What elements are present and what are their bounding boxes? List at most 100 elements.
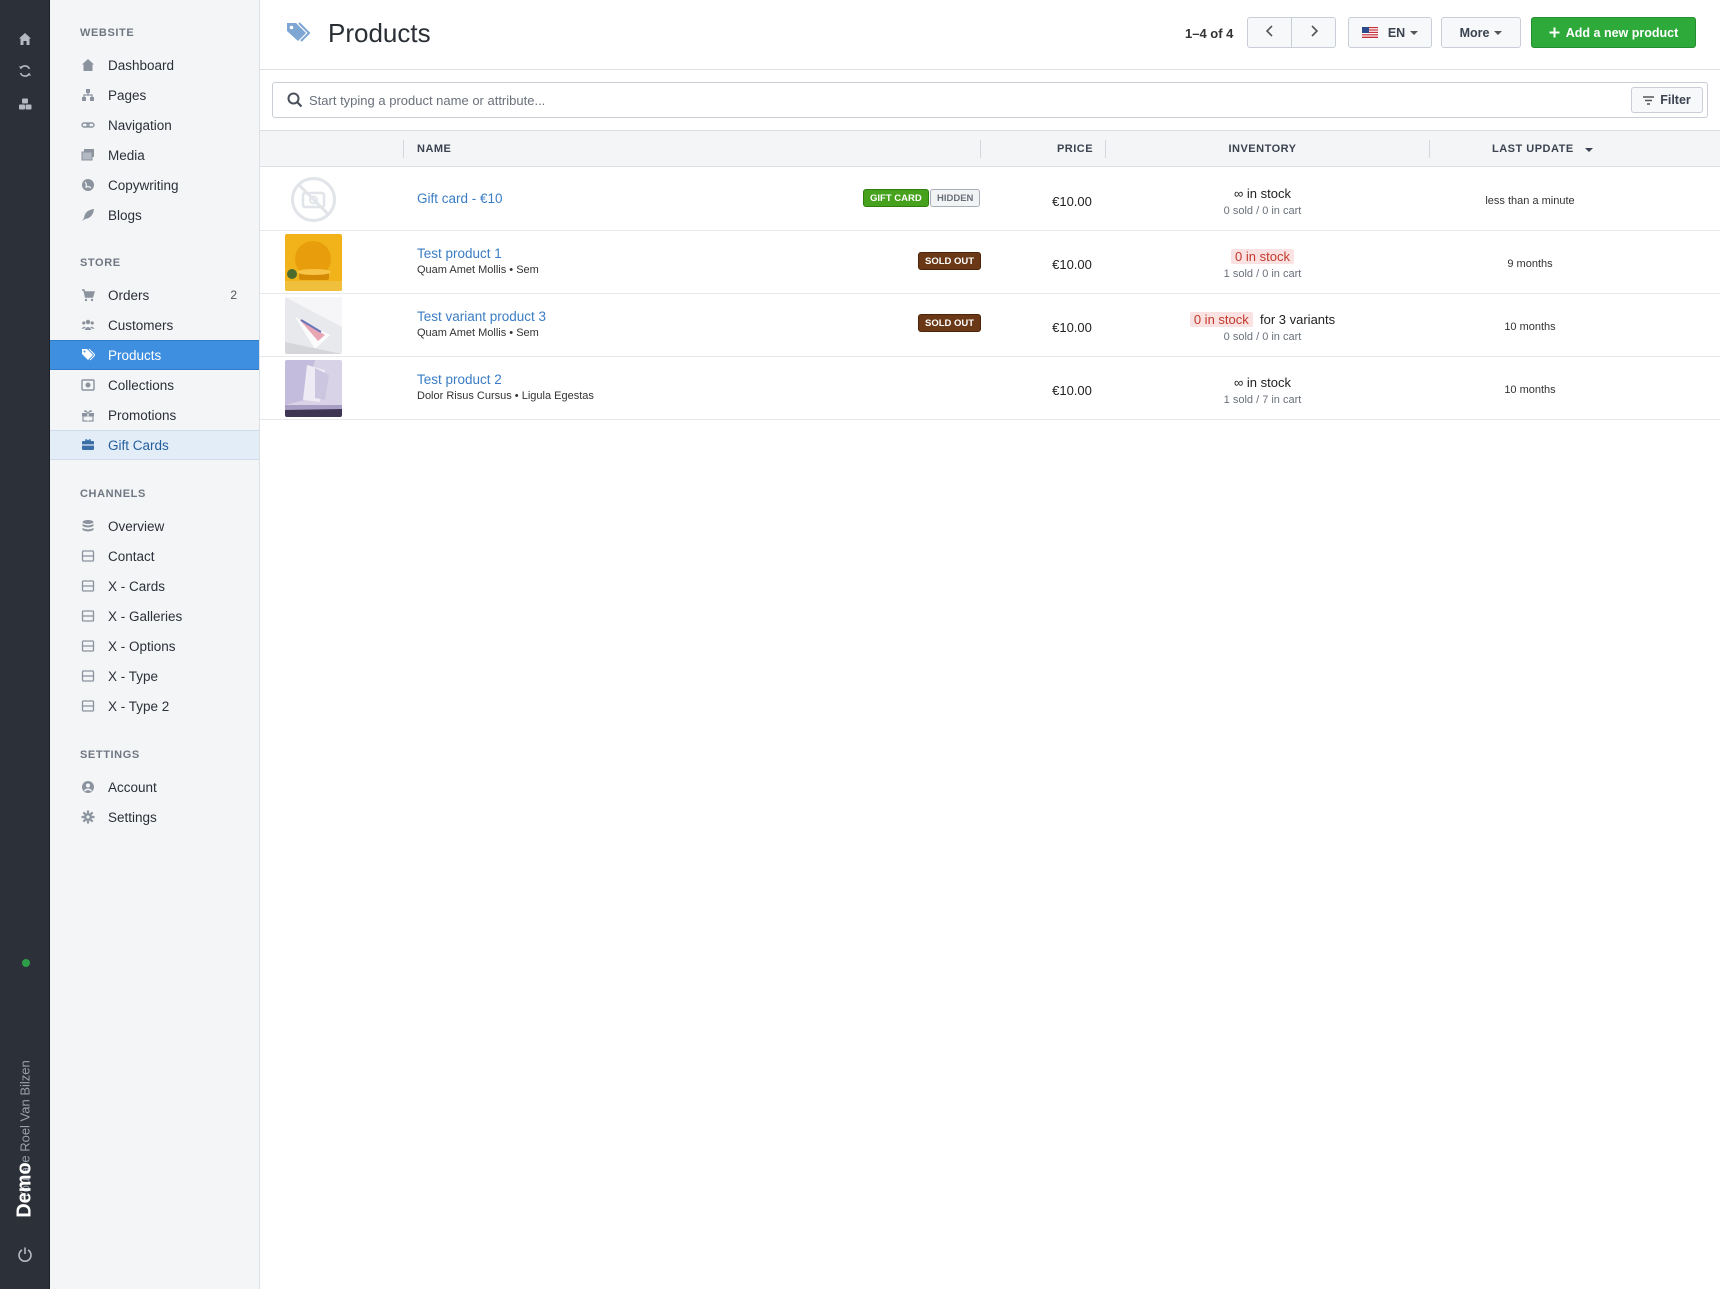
chevron-left-icon: [1265, 25, 1275, 40]
sidebar-item-blogs[interactable]: Blogs: [50, 200, 259, 230]
sidebar-item-x-type[interactable]: X - Type: [50, 661, 259, 691]
sidebar-item-collections[interactable]: Collections: [50, 370, 259, 400]
product-attributes: Dolor Risus Cursus • Ligula Egestas: [417, 390, 594, 402]
sidebar-item-navigation[interactable]: Navigation: [50, 110, 259, 140]
collection-icon: [80, 377, 96, 393]
sidebar-item-label: Media: [108, 147, 145, 163]
language-select[interactable]: EN: [1348, 17, 1432, 48]
sidebar-item-pages[interactable]: Pages: [50, 80, 259, 110]
sidebar-section-title: STORE: [80, 257, 121, 269]
sidebar-item-label: Settings: [108, 809, 157, 825]
gear-icon: [80, 809, 96, 825]
sidebar-item-label: Account: [108, 779, 157, 795]
sidebar-item-label: X - Options: [108, 638, 176, 654]
sold-out-badge: SOLD OUT: [918, 314, 982, 332]
channel-icon: [80, 638, 96, 654]
sidebar-item-customers[interactable]: Customers: [50, 310, 259, 340]
images-icon: [80, 147, 96, 163]
filter-button[interactable]: Filter: [1631, 87, 1703, 113]
search-input[interactable]: [309, 89, 1509, 111]
sidebar-item-copywriting[interactable]: Copywriting: [50, 170, 259, 200]
link-icon: [80, 117, 96, 133]
table-row[interactable]: Test product 1 Quam Amet Mollis • Sem SO…: [260, 231, 1720, 294]
product-name-link[interactable]: Test variant product 3: [417, 309, 546, 324]
sidebar-item-label: Dashboard: [108, 57, 175, 73]
feather-icon: [80, 207, 96, 223]
filter-icon: [1643, 95, 1655, 105]
table-row[interactable]: Test product 2 Dolor Risus Cursus • Ligu…: [260, 357, 1720, 420]
product-search-bar: Filter: [272, 82, 1708, 118]
refresh-icon[interactable]: [15, 61, 35, 81]
tags-icon: [286, 22, 312, 49]
cubes-icon[interactable]: [15, 94, 35, 114]
last-updated: 10 months: [1504, 384, 1556, 396]
channel-icon: [80, 548, 96, 564]
us-flag-icon: [1361, 27, 1378, 38]
channel-icon: [80, 608, 96, 624]
app-rail: You are Roel Van Bilzen Demo: [0, 0, 50, 1289]
sidebar-item-promotions[interactable]: Promotions: [50, 400, 259, 430]
more-dropdown-button[interactable]: More: [1441, 17, 1521, 48]
add-product-button[interactable]: Add a new product: [1531, 17, 1696, 48]
orders-count-badge: 2: [230, 288, 237, 302]
column-separator: [980, 140, 981, 158]
sidebar-item-contact[interactable]: Contact: [50, 541, 259, 571]
inventory-sold-cart: 0 sold / 0 in cart: [1223, 331, 1302, 343]
power-icon[interactable]: [15, 1244, 35, 1264]
sidebar-item-label: Customers: [108, 317, 174, 333]
sort-desc-icon: [1585, 148, 1594, 152]
product-attributes: Quam Amet Mollis • Sem: [417, 327, 539, 339]
giftcard-icon: [80, 437, 96, 453]
table-row[interactable]: Gift card - €10 GIFT CARD HIDDEN €10.00 …: [260, 168, 1720, 231]
product-name-link[interactable]: Test product 2: [417, 372, 502, 387]
chevron-right-icon: [1309, 25, 1319, 40]
column-header-last-update[interactable]: LAST UPDATE: [1492, 143, 1594, 155]
last-updated: 9 months: [1507, 258, 1553, 270]
sidebar-item-label: X - Cards: [108, 578, 166, 594]
sidebar-item-dashboard[interactable]: Dashboard: [50, 50, 259, 80]
product-thumbnail: [285, 360, 342, 417]
sidebar-item-label: Blogs: [108, 207, 142, 223]
sidebar-item-label: Pages: [108, 87, 147, 103]
globe-icon: [80, 177, 96, 193]
column-header-name[interactable]: NAME: [417, 143, 451, 155]
sidebar-item-overview[interactable]: Overview: [50, 511, 259, 541]
hidden-badge: HIDDEN: [930, 189, 981, 207]
previous-page-button[interactable]: [1247, 17, 1292, 48]
page-header: Products 1–4 of 4 EN More Add a new prod…: [260, 0, 1720, 70]
product-name-link[interactable]: Test product 1: [417, 246, 502, 261]
channel-icon: [80, 668, 96, 684]
sidebar-item-x-type-2[interactable]: X - Type 2: [50, 691, 259, 721]
next-page-button[interactable]: [1291, 17, 1336, 48]
product-name-link[interactable]: Gift card - €10: [417, 191, 503, 206]
add-product-label: Add a new product: [1565, 25, 1679, 40]
user-circle-icon: [80, 779, 96, 795]
home-icon[interactable]: [15, 29, 35, 49]
sidebar-item-x-galleries[interactable]: X - Galleries: [50, 601, 259, 631]
sidebar-item-settings[interactable]: Settings: [50, 802, 259, 832]
sidebar-item-products[interactable]: Products: [50, 340, 259, 370]
table-row[interactable]: Test variant product 3 Quam Amet Mollis …: [260, 294, 1720, 357]
column-separator: [403, 140, 404, 158]
sidebar-item-x-options[interactable]: X - Options: [50, 631, 259, 661]
sidebar-item-account[interactable]: Account: [50, 772, 259, 802]
cart-icon: [80, 287, 96, 303]
tags-icon: [80, 347, 96, 363]
more-label: More: [1459, 25, 1490, 40]
sidebar-item-media[interactable]: Media: [50, 140, 259, 170]
site-brand[interactable]: Demo: [14, 1162, 37, 1218]
sidebar-item-gift-cards[interactable]: Gift Cards: [50, 430, 259, 460]
sidebar-item-x-cards[interactable]: X - Cards: [50, 571, 259, 601]
plus-icon: [1549, 27, 1560, 38]
sidebar-item-label: Gift Cards: [108, 437, 169, 453]
channel-icon: [80, 578, 96, 594]
online-status-dot: [22, 959, 30, 967]
column-header-inventory[interactable]: INVENTORY: [1100, 143, 1425, 155]
inventory-sold-cart: 1 sold / 0 in cart: [1223, 268, 1302, 280]
product-placeholder-image: [285, 171, 342, 228]
sitemap-icon: [80, 87, 96, 103]
main-content: Products 1–4 of 4 EN More Add a new prod…: [260, 0, 1720, 1289]
inventory-stock: 0 in stock for 3 variants: [1100, 312, 1425, 327]
sidebar-item-orders[interactable]: Orders 2: [50, 280, 259, 310]
sidebar-section-title: WEBSITE: [80, 27, 135, 39]
